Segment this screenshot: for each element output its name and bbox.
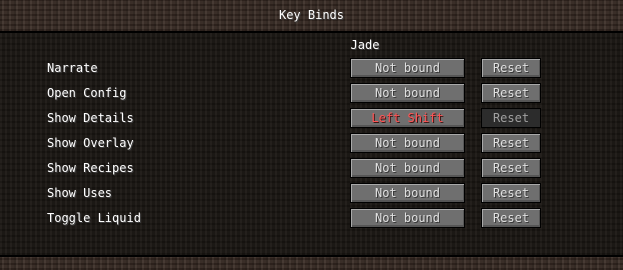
keybind-label: Show Uses — [47, 186, 113, 200]
reset-button[interactable]: Reset — [481, 58, 541, 78]
reset-button[interactable]: Reset — [481, 158, 541, 178]
keybind-label: Narrate — [47, 61, 98, 75]
reset-button[interactable]: Reset — [481, 83, 541, 103]
reset-button[interactable]: Reset — [481, 208, 541, 228]
key-button[interactable]: Left Shift — [350, 108, 465, 128]
keybind-row-narrate: Narrate Not bound Reset — [0, 58, 623, 80]
keybind-row-toggle-liquid: Toggle Liquid Not bound Reset — [0, 208, 623, 230]
keybind-label: Show Overlay — [47, 136, 134, 150]
reset-button[interactable]: Reset — [481, 183, 541, 203]
keybind-label: Toggle Liquid — [47, 211, 141, 225]
keybind-row-show-recipes: Show Recipes Not bound Reset — [0, 158, 623, 180]
key-button[interactable]: Not bound — [350, 133, 465, 153]
keybind-label: Show Details — [47, 111, 134, 125]
keybind-label: Show Recipes — [47, 161, 134, 175]
keybind-row-show-details: Show Details Left Shift Reset — [0, 108, 623, 130]
key-button[interactable]: Not bound — [350, 208, 465, 228]
key-button[interactable]: Not bound — [350, 158, 465, 178]
reset-button-disabled: Reset — [481, 108, 541, 128]
key-button[interactable]: Not bound — [350, 58, 465, 78]
reset-button[interactable]: Reset — [481, 133, 541, 153]
keybind-label: Open Config — [47, 86, 127, 100]
keybind-row-show-uses: Show Uses Not bound Reset — [0, 183, 623, 205]
category-header: Jade — [350, 38, 380, 52]
key-button[interactable]: Not bound — [350, 183, 465, 203]
keybind-row-open-config: Open Config Not bound Reset — [0, 83, 623, 105]
key-button[interactable]: Not bound — [350, 83, 465, 103]
screen-title: Key Binds — [278, 8, 345, 22]
keybind-row-show-overlay: Show Overlay Not bound Reset — [0, 133, 623, 155]
